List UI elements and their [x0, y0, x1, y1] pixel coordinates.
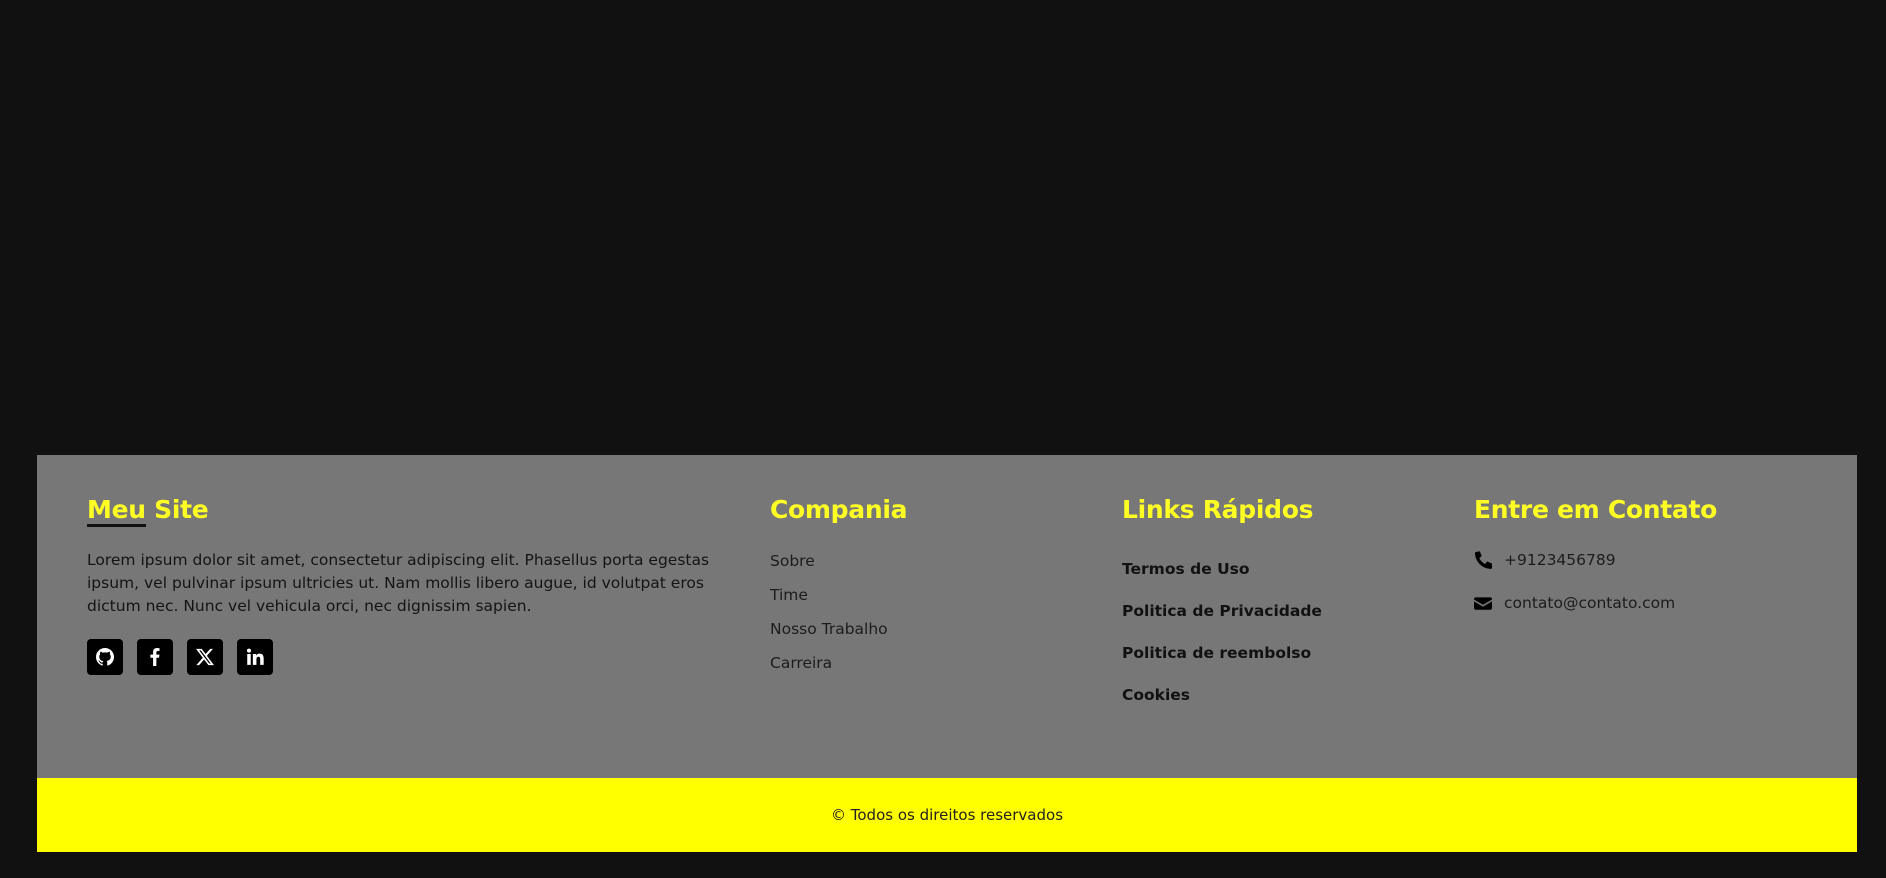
github-button[interactable] — [87, 639, 123, 675]
link-politica-privacidade[interactable]: Politica de Privacidade — [1122, 601, 1322, 643]
social-links — [87, 639, 273, 675]
phone-number: +9123456789 — [1504, 551, 1616, 569]
site-title: Meu Site — [87, 495, 209, 527]
quick-links-list: Termos de Uso Politica de Privacidade Po… — [1122, 559, 1322, 727]
site-title-rest: Site — [145, 495, 209, 524]
link-termos-de-uso[interactable]: Termos de Uso — [1122, 559, 1322, 601]
envelope-icon — [1474, 597, 1492, 610]
x-button[interactable] — [187, 639, 223, 675]
email-address: contato@contato.com — [1504, 594, 1676, 612]
link-cookies[interactable]: Cookies — [1122, 685, 1322, 727]
site-title-main: Meu — [87, 496, 146, 527]
linkedin-button[interactable] — [237, 639, 273, 675]
company-list: Sobre Time Nosso Trabalho Carreira — [770, 551, 888, 687]
copyright-bar: © Todos os direitos reservados — [37, 778, 1857, 852]
contact-phone[interactable]: +9123456789 — [1474, 551, 1616, 569]
link-politica-reembolso[interactable]: Politica de reembolso — [1122, 643, 1322, 685]
company-title: Compania — [770, 495, 908, 524]
facebook-icon — [150, 648, 160, 666]
company-link-time[interactable]: Time — [770, 585, 888, 619]
company-link-sobre[interactable]: Sobre — [770, 551, 888, 585]
contact-email[interactable]: contato@contato.com — [1474, 594, 1675, 612]
company-link-nosso-trabalho[interactable]: Nosso Trabalho — [770, 619, 888, 653]
company-link-carreira[interactable]: Carreira — [770, 653, 888, 687]
facebook-button[interactable] — [137, 639, 173, 675]
copyright-text: © Todos os direitos reservados — [830, 806, 1064, 824]
linkedin-icon — [246, 648, 264, 665]
github-icon — [96, 648, 114, 666]
phone-icon — [1475, 551, 1492, 569]
page: Meu Site Lorem ipsum dolor sit amet, con… — [0, 0, 1886, 878]
x-icon — [196, 648, 214, 666]
about-description: Lorem ipsum dolor sit amet, consectetur … — [87, 551, 710, 615]
site-footer: Meu Site Lorem ipsum dolor sit amet, con… — [37, 455, 1857, 778]
quick-links-title: Links Rápidos — [1122, 495, 1314, 524]
contact-title: Entre em Contato — [1474, 495, 1717, 524]
